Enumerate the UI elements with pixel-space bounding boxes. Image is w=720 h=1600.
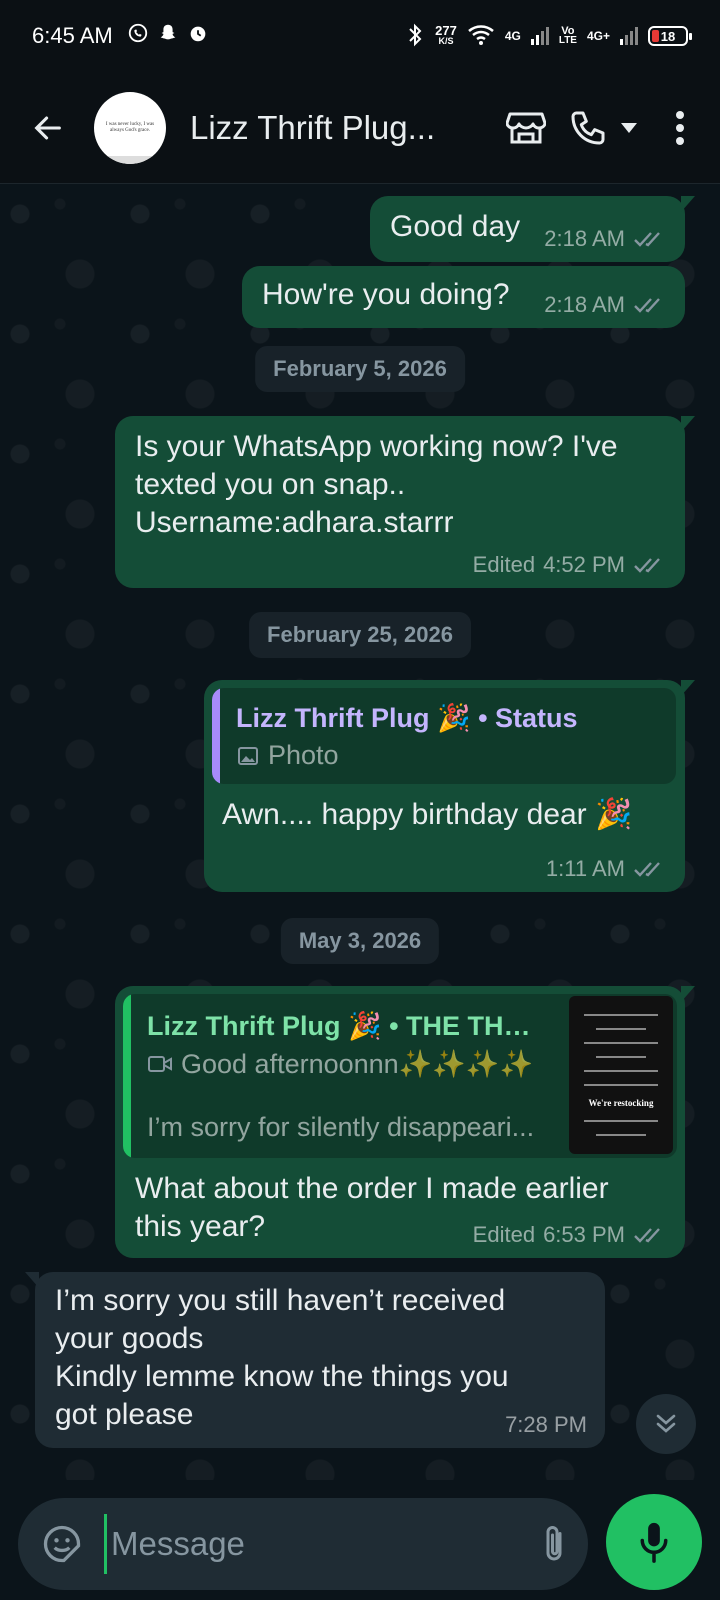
battery-level: 18	[660, 28, 676, 44]
message-text: Is your WhatsApp working now? I've texte…	[135, 428, 618, 542]
message-line: Username:adhara.starrr	[135, 506, 454, 539]
message-line: Kindly lemme know the things you	[55, 1360, 509, 1393]
message-line: What about the order I made earlier	[135, 1172, 609, 1205]
quote-subtitle: Photo	[236, 740, 339, 771]
outgoing-message[interactable]: Lizz Thrift Plug 🎉 • Status Photo Awn...…	[204, 680, 695, 892]
chat-header: I was never lucky, I was always God's gr…	[0, 72, 720, 184]
quote-subtitle: Good afternoonnn✨✨✨✨	[147, 1048, 533, 1080]
message-meta: 7:28 PM	[505, 1412, 587, 1438]
avatar-caption: I was never lucky, I was always God's gr…	[105, 121, 155, 133]
message-time: 2:18 AM	[544, 226, 625, 251]
more-vertical-icon	[676, 110, 684, 145]
network-type-1: 4G	[504, 29, 521, 43]
avatar[interactable]: I was never lucky, I was always God's gr…	[94, 91, 166, 164]
message-line: your goods	[55, 1322, 204, 1355]
quoted-channel-post[interactable]: Lizz Thrift Plug 🎉 • THE THRI... Good af…	[123, 994, 677, 1158]
chat-area[interactable]: Good day 2:18 AM How're you doing? 2:18 …	[0, 184, 720, 1480]
message-time: 2:18 AM	[544, 292, 625, 317]
double-check-icon	[634, 232, 660, 247]
message-input[interactable]	[104, 1514, 536, 1574]
wifi-icon	[467, 24, 495, 49]
snapchat-icon	[157, 22, 179, 50]
signal-icon	[530, 25, 549, 48]
double-check-icon	[634, 558, 660, 573]
quote-media-type: Photo	[268, 740, 339, 770]
signal-icon	[620, 25, 638, 48]
message-time: 1:11 AM	[545, 856, 625, 881]
message-line: texted you on snap..	[135, 468, 406, 501]
message-time: 7:28 PM	[505, 1412, 587, 1437]
whatsapp-icon	[127, 22, 149, 50]
outgoing-message[interactable]: Lizz Thrift Plug 🎉 • THE THRI... Good af…	[115, 986, 695, 1258]
message-text: How're you doing?	[262, 278, 510, 311]
speed-unit: K/S	[438, 36, 454, 46]
outgoing-message[interactable]: How're you doing? 2:18 AM	[242, 266, 685, 328]
phone-icon	[571, 111, 605, 144]
sticker-button[interactable]	[40, 1522, 84, 1566]
back-button[interactable]	[20, 100, 76, 156]
message-line: I’m sorry you still haven’t received	[55, 1284, 506, 1317]
arrow-left-icon	[34, 116, 61, 139]
voice-message-button[interactable]	[606, 1494, 702, 1590]
message-line: got please	[55, 1398, 194, 1431]
status-bar: 6:45 AM 277 K/S 4G Vo LTE 4G+ 18	[0, 0, 720, 72]
status-time: 6:45 AM	[32, 23, 113, 48]
message-text: Awn.... happy birthday dear 🎉	[222, 798, 633, 831]
thumbnail-heading: We're restocking	[588, 1098, 654, 1108]
edited-label: Edited	[472, 1222, 536, 1247]
quoted-status[interactable]: Lizz Thrift Plug 🎉 • Status Photo	[212, 688, 676, 784]
message-time: 4:52 PM	[543, 552, 625, 577]
double-check-icon	[634, 862, 660, 877]
message-composer	[18, 1498, 645, 1590]
date-separator: February 5, 2026	[255, 346, 465, 392]
quote-title: Lizz Thrift Plug 🎉 • Status	[236, 703, 578, 733]
message-time: 6:53 PM	[543, 1222, 625, 1247]
speed-value: 277	[435, 23, 457, 38]
message-meta: Edited 4:52 PM	[473, 552, 667, 578]
message-line: Is your WhatsApp working now? I've	[135, 430, 618, 463]
store-button[interactable]	[506, 110, 546, 146]
store-icon	[506, 112, 546, 143]
message-meta: 2:18 AM	[544, 226, 667, 252]
quote-thumbnail: We're restocking	[569, 996, 673, 1154]
bluetooth-icon	[405, 23, 425, 50]
double-check-icon	[634, 298, 660, 313]
outgoing-message[interactable]: Good day 2:18 AM	[370, 196, 695, 262]
message-meta: 2:18 AM	[544, 292, 667, 318]
contact-name[interactable]: Lizz Thrift Plug...	[190, 109, 442, 147]
attach-button[interactable]	[536, 1522, 572, 1566]
double-check-icon	[634, 1228, 660, 1243]
message-meta: Edited 6:53 PM	[473, 1222, 667, 1248]
call-button[interactable]	[568, 108, 638, 148]
edited-label: Edited	[472, 552, 536, 577]
composer-bar	[0, 1480, 720, 1600]
quote-caption: Good afternoonnn✨✨✨✨	[181, 1049, 534, 1079]
more-options-button[interactable]	[660, 110, 700, 146]
outgoing-message[interactable]: Is your WhatsApp working now? I've texte…	[115, 416, 695, 588]
network-speed: 277 K/S	[435, 23, 457, 46]
scroll-to-bottom-button[interactable]	[636, 1394, 696, 1454]
chevron-down-icon	[621, 122, 637, 133]
incoming-message[interactable]: I’m sorry you still haven’t received you…	[25, 1272, 605, 1448]
message-text: Good day	[390, 210, 521, 243]
quote-title: Lizz Thrift Plug 🎉 • THE THRI...	[147, 1011, 547, 1041]
video-icon	[148, 1056, 172, 1072]
alarm-icon	[187, 22, 209, 50]
date-separator: May 3, 2026	[280, 918, 440, 964]
network-4g-plus: 4G+	[586, 29, 610, 43]
paperclip-icon	[546, 1526, 562, 1561]
battery-indicator: 18	[648, 26, 692, 46]
volte-bottom: LTE	[558, 35, 577, 46]
network-4g: 4G	[504, 29, 521, 43]
double-chevron-down-icon	[656, 1414, 676, 1433]
message-text: I’m sorry you still haven’t received you…	[55, 1282, 509, 1434]
image-icon	[238, 746, 258, 765]
sticker-icon	[43, 1525, 81, 1563]
message-meta: 1:11 AM	[546, 856, 667, 882]
quote-extra-text: I’m sorry for silently disappeari...	[147, 1112, 535, 1142]
network-type-2: 4G+	[586, 29, 610, 43]
date-separator: February 25, 2026	[249, 612, 471, 658]
mic-icon	[640, 1522, 668, 1563]
volte-badge: Vo LTE	[559, 26, 577, 46]
